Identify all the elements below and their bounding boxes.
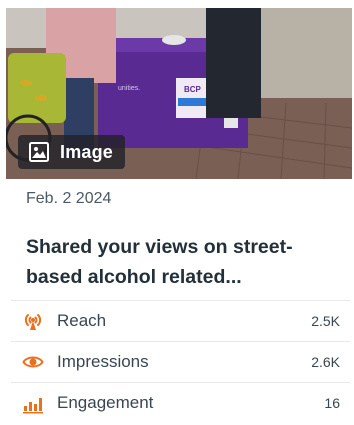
photo-sign-text: BCP bbox=[184, 85, 202, 94]
eye-icon bbox=[21, 350, 45, 374]
metric-label: Impressions bbox=[57, 352, 149, 371]
media-type-badge: Image bbox=[18, 135, 126, 169]
metric-label: Reach bbox=[57, 311, 107, 330]
metric-row-impressions: Impressions 2.6K bbox=[11, 341, 350, 382]
post-card[interactable]: BCP unities. Image Feb. 2 2024 Shared yo… bbox=[0, 0, 354, 425]
media-type-label: Image bbox=[60, 141, 114, 162]
metric-value: 2.5K bbox=[311, 313, 340, 329]
post-photo[interactable]: BCP unities. Image bbox=[6, 8, 352, 179]
post-date: Feb. 2 2024 bbox=[26, 190, 112, 207]
post-title[interactable]: Shared your views on street-based alcoho… bbox=[26, 232, 336, 292]
reach-antenna-icon bbox=[21, 309, 45, 333]
metric-value: 16 bbox=[324, 395, 340, 411]
photo-banner-text: unities. bbox=[118, 85, 140, 92]
metric-row-reach: Reach 2.5K bbox=[11, 300, 350, 341]
metric-label: Engagement bbox=[57, 393, 154, 412]
metrics-list: Reach 2.5K Impressions 2.6K Engagement 1… bbox=[11, 300, 350, 423]
metric-row-engagement: Engagement 16 bbox=[11, 382, 350, 423]
bar-chart-icon bbox=[21, 391, 45, 415]
image-icon bbox=[28, 141, 50, 163]
metric-value: 2.6K bbox=[311, 354, 340, 370]
